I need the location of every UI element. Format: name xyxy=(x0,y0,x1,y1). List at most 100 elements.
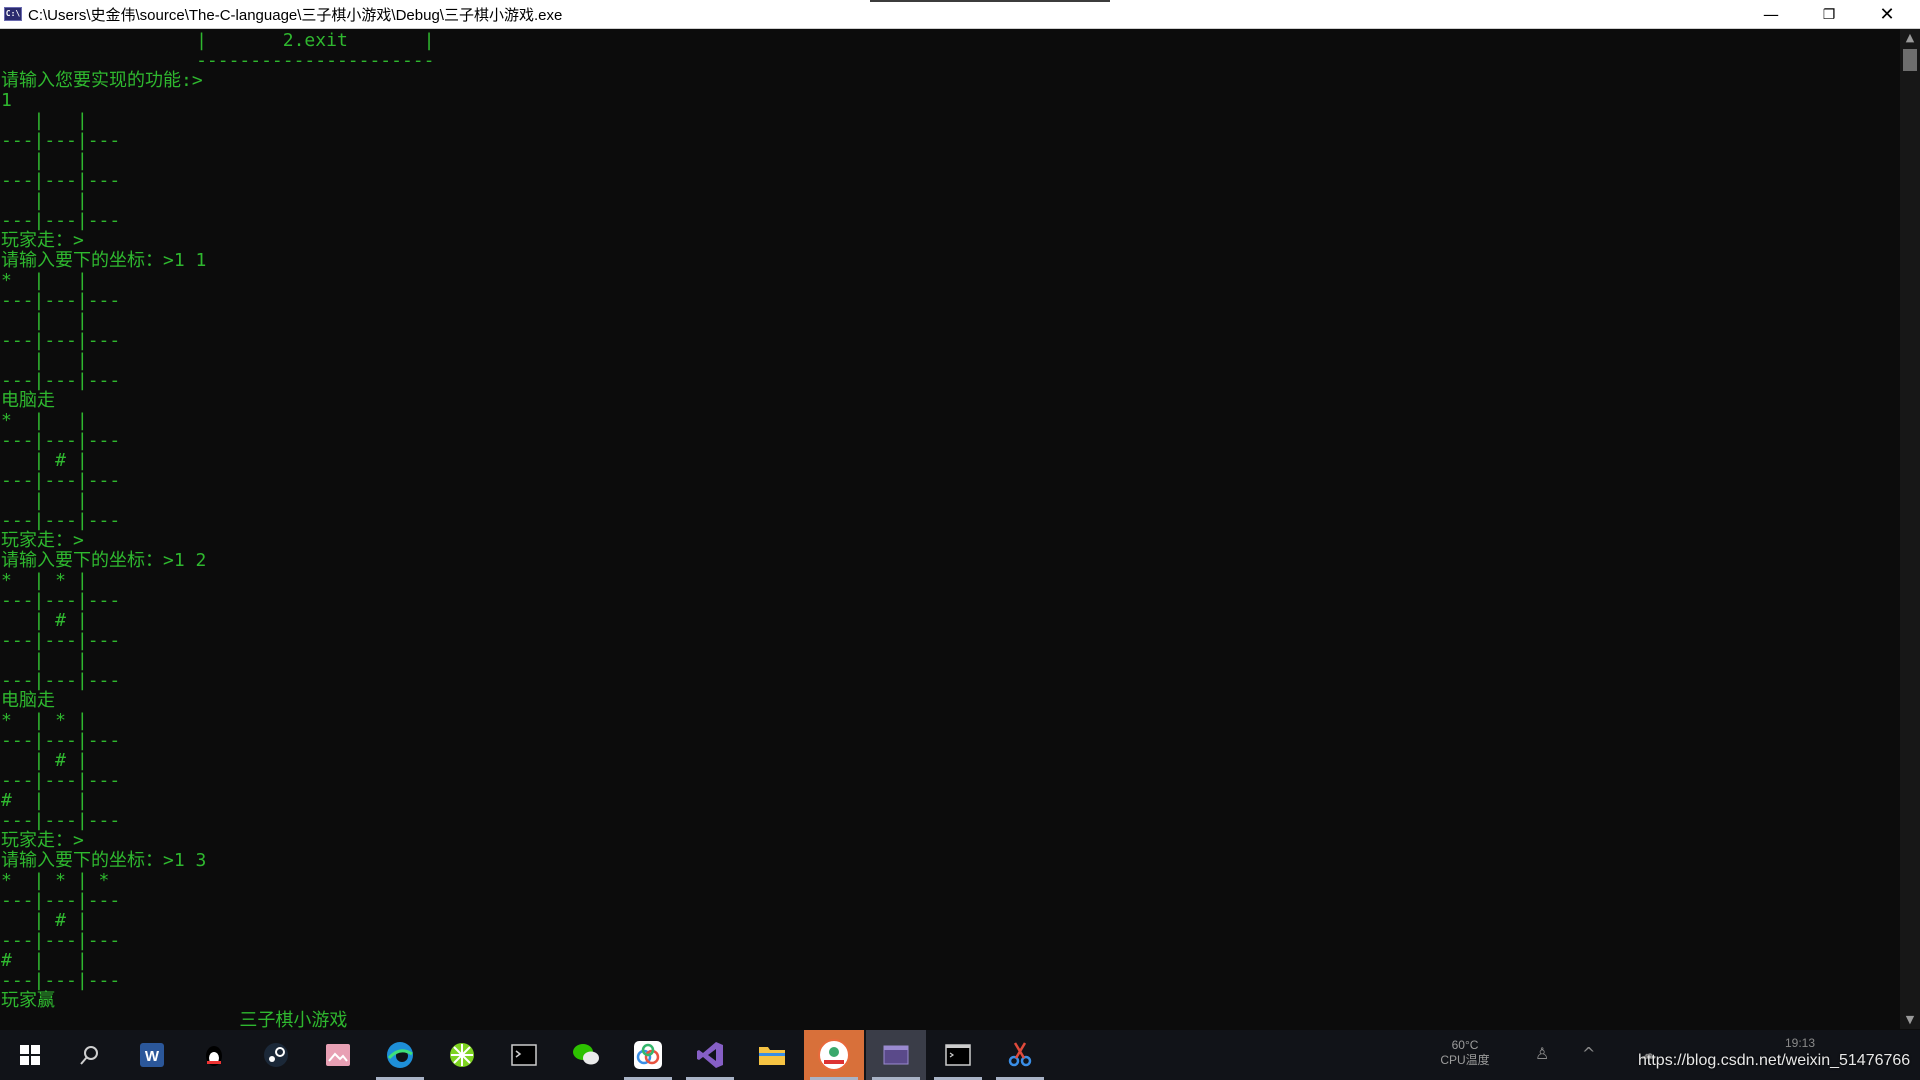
console-line: 1 xyxy=(1,90,12,111)
console-line: # | | xyxy=(1,950,88,971)
taskbar-item[interactable] xyxy=(184,1030,244,1080)
scroll-down-arrow-icon[interactable]: ▼ xyxy=(1900,1011,1920,1029)
restore-button[interactable]: ❐ xyxy=(1800,0,1858,29)
taskbar-item[interactable] xyxy=(990,1030,1050,1080)
console-line: | | xyxy=(1,350,88,371)
console-line: ---|---|--- xyxy=(1,470,121,491)
console-line: ---|---|--- xyxy=(1,670,121,691)
console-line: ---|---|--- xyxy=(1,510,121,531)
taskbar-item[interactable] xyxy=(0,1030,60,1080)
visual-studio-icon xyxy=(695,1040,725,1070)
scroll-up-arrow-icon[interactable]: ▲ xyxy=(1900,29,1920,47)
console-line: | # | xyxy=(1,610,88,631)
taskbar-item[interactable] xyxy=(556,1030,616,1080)
taskbar-item[interactable] xyxy=(804,1030,864,1080)
taskbar-item[interactable] xyxy=(370,1030,430,1080)
lime-app-icon xyxy=(448,1041,476,1069)
cpu-temperature: 60°C CPU温度 xyxy=(1430,1038,1500,1068)
console-line: 三子棋小游戏 xyxy=(1,1010,348,1030)
edge-browser-icon xyxy=(385,1040,415,1070)
photo-app-icon xyxy=(324,1041,352,1069)
console-line: * | * | * xyxy=(1,870,110,891)
taskbar-item[interactable] xyxy=(742,1030,802,1080)
file-explorer-icon xyxy=(757,1040,787,1070)
console-line: ---|---|--- xyxy=(1,370,121,391)
search-icon xyxy=(79,1044,101,1066)
console-line: | 2.exit | xyxy=(1,30,435,51)
console-line: ---|---|--- xyxy=(1,330,121,351)
console-line: * | * | xyxy=(1,570,88,591)
close-button[interactable]: ✕ xyxy=(1858,0,1916,29)
snipping-tool-icon xyxy=(1005,1040,1035,1070)
console-line: ---|---|--- xyxy=(1,210,121,231)
console-line: 玩家走：> xyxy=(1,530,84,551)
console-line: * | * | xyxy=(1,710,88,731)
console-line: | | xyxy=(1,650,88,671)
console-line: 电脑走 xyxy=(1,390,55,411)
vertical-scrollbar[interactable]: ▲ ▼ xyxy=(1900,29,1920,1029)
qq-penguin-icon xyxy=(200,1041,228,1069)
console-app-icon xyxy=(882,1041,910,1069)
cpu-temp-value: 60°C xyxy=(1451,1038,1479,1052)
console-line: ---|---|--- xyxy=(1,810,121,831)
steam-icon xyxy=(262,1041,290,1069)
chevron-up-icon[interactable]: ^ xyxy=(1582,1044,1595,1063)
console-line: ---|---|--- xyxy=(1,170,121,191)
console-line: | | xyxy=(1,150,88,171)
window-title-bar[interactable]: C:\ C:\Users\史金伟\source\The-C-language\三… xyxy=(0,0,1920,29)
terminal-icon xyxy=(510,1041,538,1069)
taskbar-item[interactable] xyxy=(432,1030,492,1080)
console-line: ---|---|--- xyxy=(1,430,121,451)
console-line: * | | xyxy=(1,410,88,431)
baidu-netdisk-icon xyxy=(633,1040,663,1070)
console-line: | | xyxy=(1,110,88,131)
taskbar-item[interactable] xyxy=(308,1030,368,1080)
clock[interactable]: 19:13 xyxy=(1785,1036,1815,1050)
taskbar-item[interactable] xyxy=(928,1030,988,1080)
taskbar-item[interactable] xyxy=(680,1030,740,1080)
console-line: 请输入您要实现的功能:> xyxy=(1,70,203,91)
console-line: | | xyxy=(1,490,88,511)
csdn-watermark: https://blog.csdn.net/weixin_51476766 xyxy=(1638,1052,1911,1069)
console-line: ---------------------- xyxy=(1,50,435,71)
console-line: 电脑走 xyxy=(1,690,55,711)
scrollbar-thumb[interactable] xyxy=(1903,49,1917,71)
taskbar-item[interactable] xyxy=(246,1030,306,1080)
console-line: | | xyxy=(1,310,88,331)
minimize-button[interactable]: — xyxy=(1742,0,1800,29)
taskbar-item[interactable] xyxy=(618,1030,678,1080)
console-line: ---|---|--- xyxy=(1,930,121,951)
console-line: ---|---|--- xyxy=(1,130,121,151)
taskbar-item[interactable] xyxy=(494,1030,554,1080)
console-line: 玩家走：> xyxy=(1,230,84,251)
wechat-icon xyxy=(571,1040,601,1070)
console-line: | # | xyxy=(1,450,88,471)
console-line: ---|---|--- xyxy=(1,970,121,991)
console-line: | # | xyxy=(1,910,88,931)
cmd-icon xyxy=(944,1041,972,1069)
console-line: 玩家赢 xyxy=(1,990,55,1011)
console-line: ---|---|--- xyxy=(1,630,121,651)
app-badge-icon xyxy=(817,1038,851,1072)
console-line: | # | xyxy=(1,750,88,771)
people-icon[interactable]: ♙ xyxy=(1535,1044,1549,1063)
console-line: | | xyxy=(1,190,88,211)
console-line: ---|---|--- xyxy=(1,730,121,751)
window-title: C:\Users\史金伟\source\The-C-language\三子棋小游… xyxy=(28,6,563,24)
cpu-temp-label: CPU温度 xyxy=(1440,1053,1490,1067)
word-icon: W xyxy=(138,1041,166,1069)
console-line: # | | xyxy=(1,790,88,811)
start-windows-icon xyxy=(19,1044,41,1066)
console-line: 请输入要下的坐标：>1 3 xyxy=(1,850,207,871)
taskbar-item[interactable] xyxy=(60,1030,120,1080)
console-app-icon: C:\ xyxy=(4,7,22,21)
svg-text:W: W xyxy=(145,1048,160,1065)
taskbar-item[interactable] xyxy=(866,1030,926,1080)
console-line: ---|---|--- xyxy=(1,290,121,311)
title-bar-accent xyxy=(870,0,1110,2)
console-output[interactable]: | 2.exit | ---------------------- 请输入您要实现… xyxy=(0,29,1900,1029)
console-line: ---|---|--- xyxy=(1,770,121,791)
console-line: 请输入要下的坐标：>1 2 xyxy=(1,550,207,571)
console-line: * | | xyxy=(1,270,88,291)
taskbar-item[interactable]: W xyxy=(122,1030,182,1080)
